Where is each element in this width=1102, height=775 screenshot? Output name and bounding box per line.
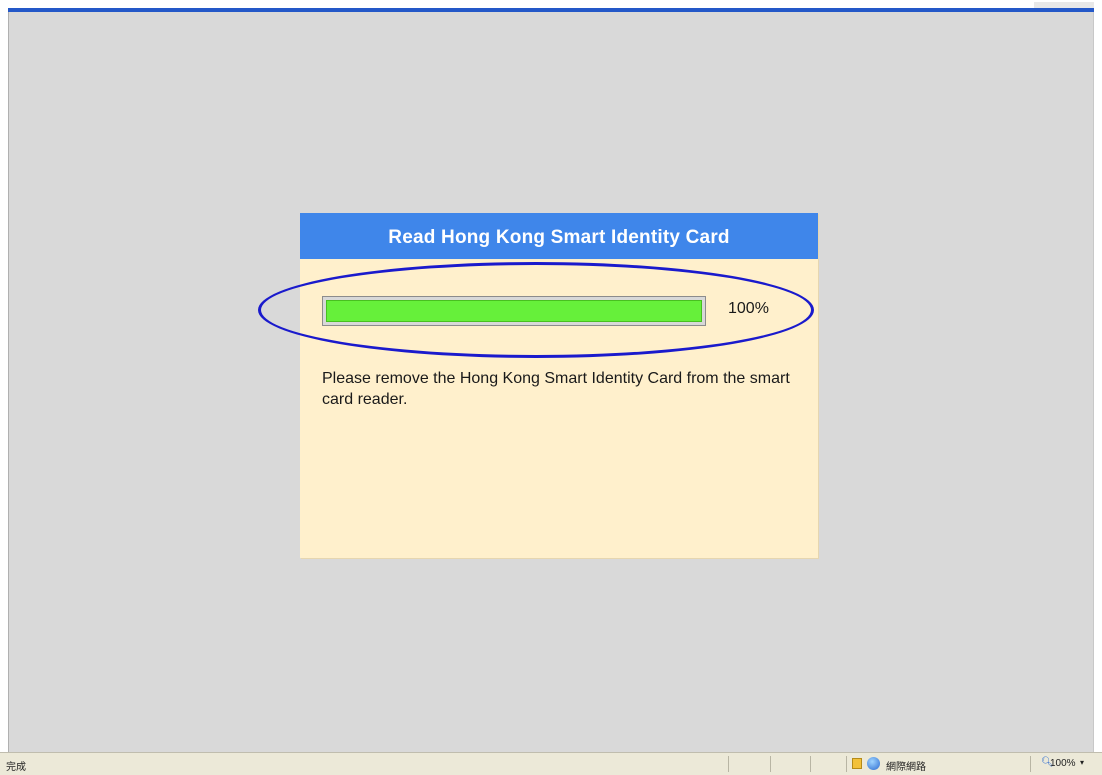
window-controls-area bbox=[1034, 2, 1094, 8]
status-separator bbox=[770, 756, 771, 772]
status-separator bbox=[728, 756, 729, 772]
globe-icon bbox=[867, 757, 880, 770]
progress-bar bbox=[322, 296, 706, 326]
status-separator bbox=[1030, 756, 1031, 772]
read-card-dialog: Read Hong Kong Smart Identity Card 100% … bbox=[300, 213, 818, 558]
status-separator bbox=[810, 756, 811, 772]
zoom-dropdown-arrow[interactable]: ▾ bbox=[1080, 758, 1084, 767]
status-text: 完成 bbox=[6, 762, 26, 773]
security-zone-label[interactable]: 網際網路 bbox=[886, 758, 926, 773]
status-bar: 完成 網際網路 🔍︎ 100% ▾ bbox=[0, 752, 1102, 775]
progress-bar-fill bbox=[326, 300, 702, 322]
dialog-title: Read Hong Kong Smart Identity Card bbox=[300, 213, 818, 259]
status-separator bbox=[846, 756, 847, 772]
browser-window: Read Hong Kong Smart Identity Card 100% … bbox=[0, 0, 1102, 775]
lock-icon[interactable] bbox=[852, 758, 862, 769]
progress-percentage: 100% bbox=[728, 300, 769, 317]
instruction-message: Please remove the Hong Kong Smart Identi… bbox=[322, 370, 790, 408]
zoom-level[interactable]: 100% bbox=[1050, 758, 1076, 769]
